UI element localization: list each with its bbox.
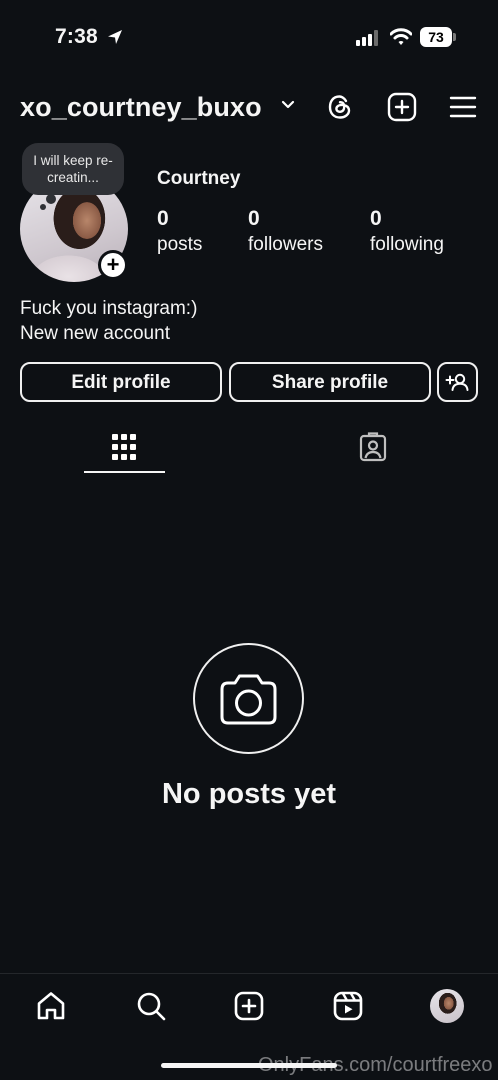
add-story-button[interactable]: + [98, 250, 128, 280]
share-profile-button[interactable]: Share profile [229, 362, 431, 402]
profile-note[interactable]: I will keep re-creatin... [22, 143, 124, 195]
home-icon[interactable] [35, 990, 67, 1022]
posts-label: posts [157, 234, 203, 255]
bio-line: Fuck you instagram:) [20, 298, 198, 319]
wifi-icon [390, 28, 412, 46]
add-person-icon [445, 373, 469, 391]
battery-indicator: 73 [420, 27, 456, 47]
note-bubble-tail [46, 194, 56, 204]
status-time: 7:38 [55, 25, 98, 48]
create-post-icon[interactable] [387, 92, 417, 122]
empty-state-title: No posts yet [161, 778, 337, 810]
search-icon[interactable] [135, 990, 167, 1022]
followers-count[interactable]: 0 [248, 207, 260, 231]
battery-cap [453, 33, 456, 41]
profile-bio: Fuck you instagram:) New new account [20, 296, 197, 346]
grid-icon [112, 434, 136, 460]
chevron-down-icon[interactable] [281, 100, 295, 110]
camera-icon [220, 674, 277, 725]
posts-count: 0 [157, 207, 169, 230]
edit-profile-button[interactable]: Edit profile [20, 362, 222, 402]
note-text: I will keep re-creatin... [33, 153, 113, 185]
home-indicator[interactable] [161, 1063, 337, 1068]
profile-username[interactable]: xo_courtney_buxo [20, 92, 262, 123]
display-name: Courtney [157, 168, 241, 189]
active-tab-indicator [84, 471, 165, 473]
grid-tab[interactable] [112, 434, 136, 460]
menu-icon[interactable] [448, 92, 478, 122]
create-icon[interactable] [233, 990, 265, 1022]
reels-icon[interactable] [332, 990, 364, 1022]
tagged-tab[interactable] [359, 432, 387, 462]
profile-tab-avatar[interactable] [430, 989, 464, 1023]
location-arrow-icon [106, 28, 124, 46]
discover-people-button[interactable] [437, 362, 478, 402]
empty-state-camera [193, 643, 304, 754]
following-count[interactable]: 0 [370, 207, 382, 231]
note-bubble-tail-small [40, 204, 46, 210]
followers-label[interactable]: followers [248, 234, 323, 256]
threads-icon[interactable] [325, 92, 355, 122]
tagged-icon [359, 432, 387, 462]
nav-divider [0, 973, 498, 974]
cellular-signal-icon [356, 30, 380, 46]
following-label[interactable]: following [370, 234, 444, 256]
bio-line: New new account [20, 323, 170, 344]
battery-level: 73 [420, 27, 452, 47]
plus-icon: + [101, 253, 125, 277]
